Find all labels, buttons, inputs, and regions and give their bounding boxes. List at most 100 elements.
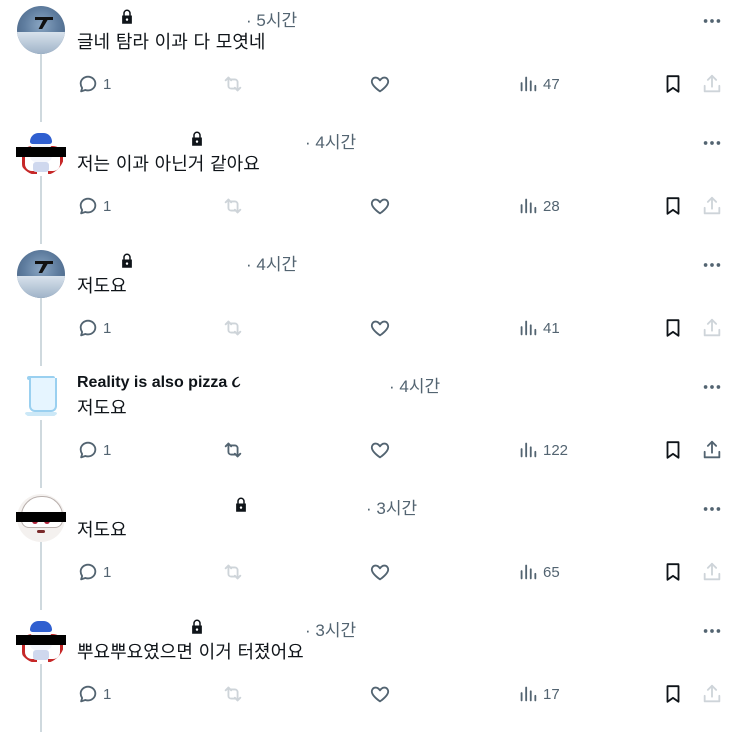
views-icon: [517, 439, 539, 461]
avatar[interactable]: [17, 250, 65, 298]
views-button[interactable]: 28: [517, 195, 560, 217]
bookmark-button[interactable]: [662, 439, 684, 461]
repost-button[interactable]: [222, 317, 244, 339]
reply-count: 1: [103, 319, 112, 337]
views-button[interactable]: 47: [517, 73, 560, 95]
reply-post[interactable]: · 4시간 저도요 1 41: [0, 244, 737, 366]
avatar[interactable]: [17, 6, 65, 54]
reply-post[interactable]: · 3시간 저도요 1 65: [0, 488, 737, 610]
views-button[interactable]: 122: [517, 439, 568, 461]
share-icon: [701, 195, 723, 217]
censor-bar: [16, 635, 66, 645]
thread-line: [40, 542, 42, 610]
bookmark-button[interactable]: [662, 73, 684, 95]
repost-icon: [222, 73, 244, 95]
reply-count: 1: [103, 563, 112, 581]
post-time[interactable]: · 3시간: [366, 494, 417, 519]
heart-icon: [369, 317, 391, 339]
lock-icon: [188, 618, 206, 636]
thread-line: [40, 176, 42, 244]
censor-bar: [16, 512, 66, 522]
reply-button[interactable]: 1: [77, 73, 111, 95]
heart-icon: [369, 439, 391, 461]
heart-icon: [369, 683, 391, 705]
view-count: 47: [543, 75, 560, 93]
like-button[interactable]: [369, 73, 391, 95]
repost-button[interactable]: [222, 683, 244, 705]
reply-button[interactable]: 1: [77, 317, 111, 339]
reply-count: 1: [103, 197, 112, 215]
post-time[interactable]: · 4시간: [305, 128, 356, 153]
reply-count: 1: [103, 685, 112, 703]
share-button[interactable]: [701, 439, 723, 461]
view-count: 41: [543, 319, 560, 337]
like-button[interactable]: [369, 683, 391, 705]
post-text: 글네 탐라 이과 다 모엿네: [77, 32, 266, 53]
display-name[interactable]: Reality is also pizza ૮: [77, 374, 241, 392]
share-button[interactable]: [701, 561, 723, 583]
bookmark-icon: [662, 683, 684, 705]
bookmark-icon: [662, 439, 684, 461]
post-time[interactable]: · 3시간: [305, 616, 356, 641]
bookmark-icon: [662, 73, 684, 95]
reply-post[interactable]: Reality is also pizza ૮ · 4시간저도요 1 122: [0, 366, 737, 488]
repost-button[interactable]: [222, 195, 244, 217]
repost-icon: [222, 195, 244, 217]
reply-button[interactable]: 1: [77, 561, 111, 583]
share-icon: [701, 317, 723, 339]
repost-button[interactable]: [222, 73, 244, 95]
repost-button[interactable]: [222, 439, 244, 461]
bookmark-button[interactable]: [662, 561, 684, 583]
like-button[interactable]: [369, 317, 391, 339]
post-time[interactable]: · 4시간: [389, 372, 440, 397]
bookmark-button[interactable]: [662, 317, 684, 339]
lock-icon: [118, 8, 136, 26]
share-button[interactable]: [701, 73, 723, 95]
share-icon: [701, 683, 723, 705]
like-button[interactable]: [369, 195, 391, 217]
views-button[interactable]: 17: [517, 683, 560, 705]
more-icon[interactable]: [701, 376, 723, 398]
more-icon[interactable]: [701, 254, 723, 276]
views-icon: [517, 195, 539, 217]
share-button[interactable]: [701, 683, 723, 705]
more-icon[interactable]: [701, 10, 723, 32]
like-button[interactable]: [369, 561, 391, 583]
more-icon[interactable]: [701, 132, 723, 154]
repost-icon: [222, 683, 244, 705]
repost-button[interactable]: [222, 561, 244, 583]
post-text: 뿌요뿌요였으면 이거 터졌어요: [77, 642, 304, 663]
reply-button[interactable]: 1: [77, 439, 111, 461]
reply-post[interactable]: · 3시간 뿌요뿌요였으면 이거 터졌어요 1 17: [0, 610, 737, 732]
view-count: 28: [543, 197, 560, 215]
view-count: 17: [543, 685, 560, 703]
heart-icon: [369, 73, 391, 95]
like-button[interactable]: [369, 439, 391, 461]
views-button[interactable]: 41: [517, 317, 560, 339]
share-icon: [701, 73, 723, 95]
share-button[interactable]: [701, 195, 723, 217]
reply-button[interactable]: 1: [77, 195, 111, 217]
heart-icon: [369, 195, 391, 217]
views-button[interactable]: 65: [517, 561, 560, 583]
reply-button[interactable]: 1: [77, 683, 111, 705]
bookmark-button[interactable]: [662, 195, 684, 217]
repost-icon: [222, 439, 244, 461]
post-time[interactable]: · 4시간: [246, 250, 297, 275]
views-icon: [517, 683, 539, 705]
lock-icon: [118, 252, 136, 270]
reply-post[interactable]: · 5시간 글네 탐라 이과 다 모엿네 1 47: [0, 0, 737, 122]
reply-icon: [77, 195, 99, 217]
repost-icon: [222, 561, 244, 583]
share-button[interactable]: [701, 317, 723, 339]
avatar[interactable]: [17, 372, 65, 420]
more-icon[interactable]: [701, 498, 723, 520]
reply-post[interactable]: · 4시간 저는 이과 아닌거 같아요 1 28: [0, 122, 737, 244]
thread-line: [40, 54, 42, 122]
bookmark-button[interactable]: [662, 683, 684, 705]
reply-icon: [77, 683, 99, 705]
lock-icon: [232, 496, 250, 514]
post-text: 저도요: [77, 398, 127, 419]
more-icon[interactable]: [701, 620, 723, 642]
bookmark-icon: [662, 317, 684, 339]
